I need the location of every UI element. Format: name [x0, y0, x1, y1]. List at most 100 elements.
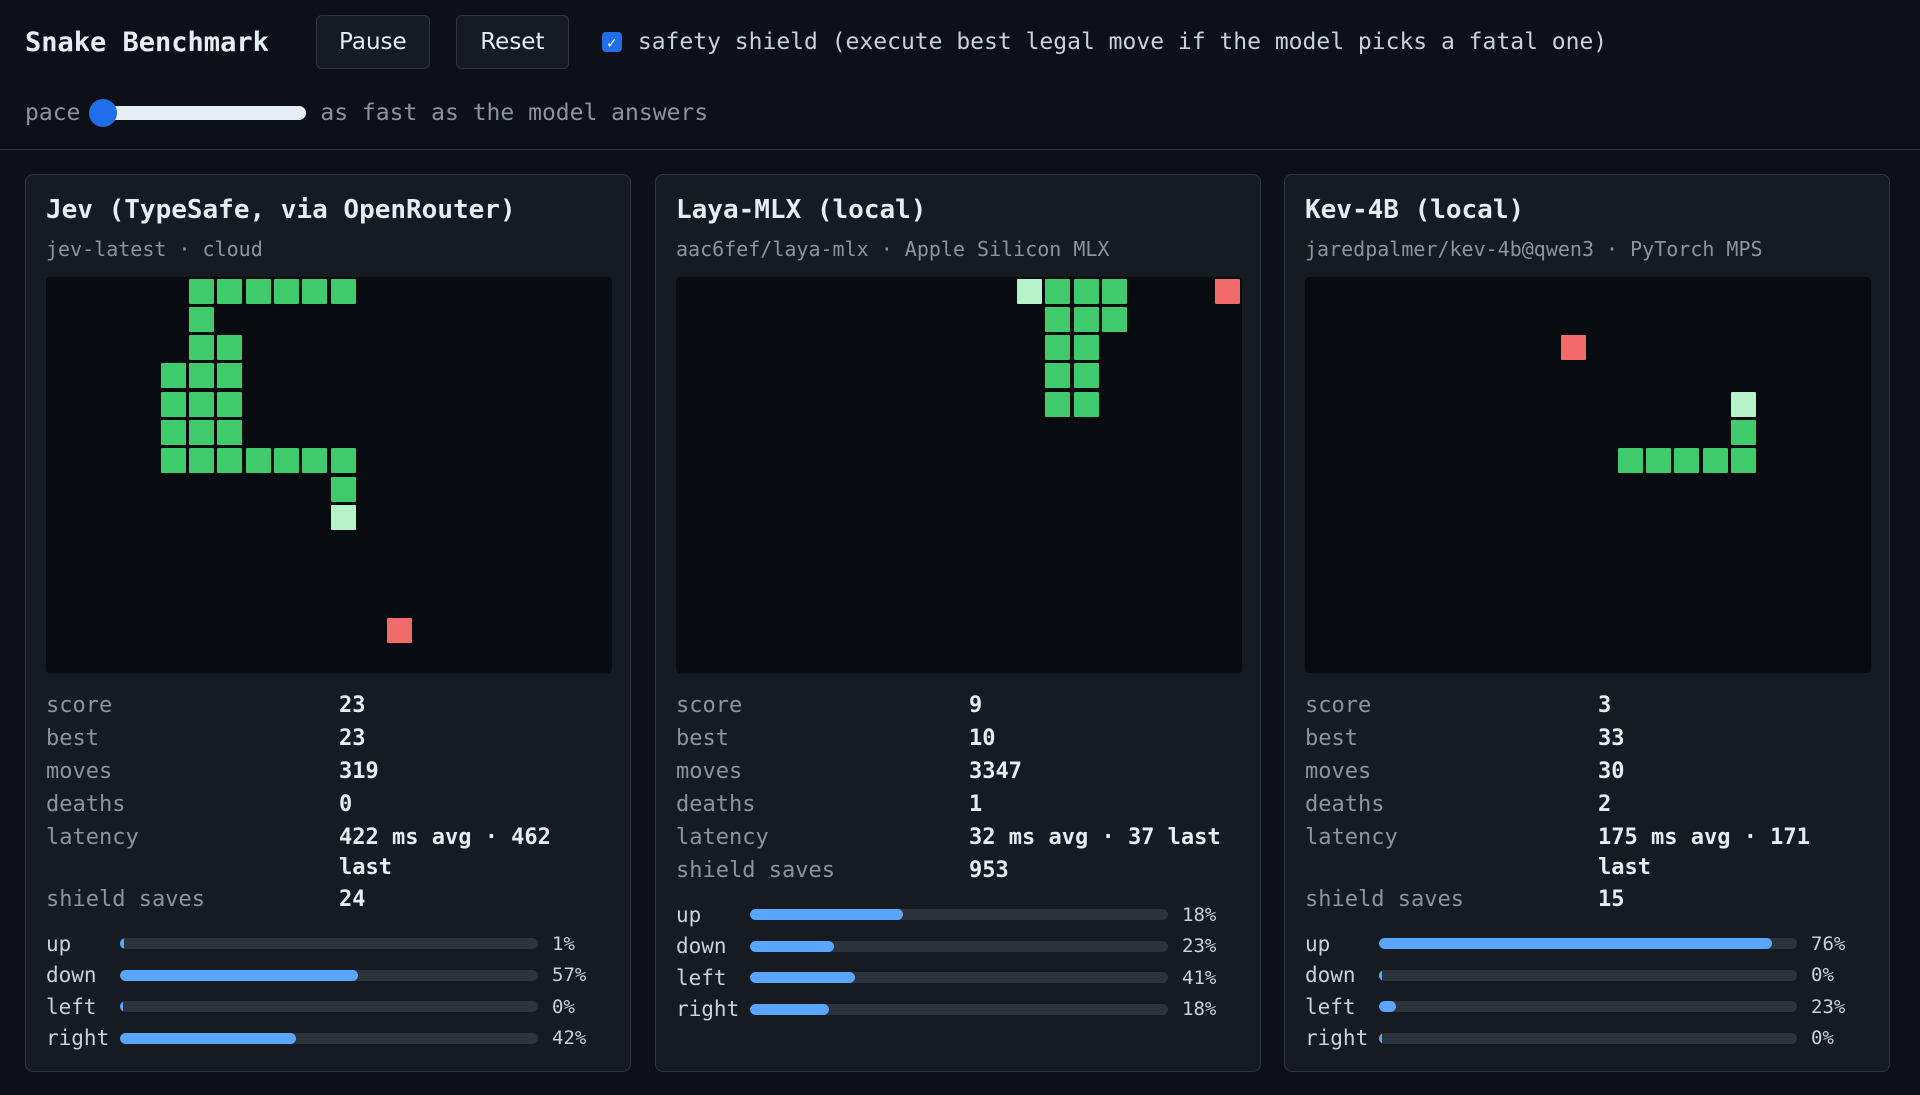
stat-value: 422 ms avg · 462 last: [339, 825, 551, 880]
move-bar-fill: [120, 1001, 123, 1013]
snake-body-segment: [1073, 335, 1099, 361]
move-bar-left: left 41%: [676, 962, 1242, 994]
stat-value: 10: [969, 726, 996, 751]
toolbar-row-pace: pace as fast as the model answers: [25, 96, 708, 130]
move-bar-fill: [750, 940, 834, 952]
snake-body-segment: [1674, 448, 1700, 474]
stat-row-best: best 33: [1305, 722, 1871, 755]
stat-label: best: [676, 726, 729, 751]
stat-row-latency: latency 32 ms avg · 37 last: [676, 821, 1242, 854]
snake-body-segment: [1045, 391, 1071, 417]
move-direction-label: up: [46, 931, 72, 956]
stat-value: 175 ms avg · 171 last: [1598, 825, 1810, 880]
toolbar: Snake Benchmark Pause Reset ✓ safety shi…: [0, 0, 1920, 150]
snake-body-segment: [160, 391, 186, 417]
pause-button[interactable]: Pause: [315, 15, 430, 69]
move-bar-fill: [1379, 969, 1382, 981]
stat-value: 0: [339, 792, 353, 817]
stat-row-deaths: deaths 1: [676, 788, 1242, 821]
pace-description: as fast as the model answers: [320, 100, 709, 126]
stat-label: shield saves: [1305, 887, 1464, 912]
move-bar-down: down 0%: [1305, 960, 1871, 992]
move-bar-track: [750, 909, 1168, 921]
snake-body-segment: [160, 448, 186, 474]
stat-label: shield saves: [676, 858, 835, 883]
stat-label: latency: [676, 825, 769, 850]
snake-body-segment: [217, 278, 243, 304]
snake-body-segment: [217, 335, 243, 361]
pace-slider-thumb[interactable]: [89, 99, 118, 127]
move-direction-label: left: [46, 994, 97, 1019]
move-bar-track: [120, 1032, 538, 1044]
stat-label: latency: [1305, 825, 1398, 850]
move-percentage: 57%: [552, 964, 587, 987]
stat-row-score: score 9: [676, 689, 1242, 722]
stat-row-best: best 23: [46, 722, 612, 755]
snake-body-segment: [1646, 448, 1672, 474]
stat-row-deaths: deaths 0: [46, 788, 612, 821]
snake-body-segment: [189, 278, 214, 304]
move-direction-label: down: [46, 963, 97, 988]
reset-button[interactable]: Reset: [455, 15, 569, 69]
snake-body-segment: [1045, 278, 1071, 304]
snake-body-segment: [189, 391, 214, 417]
snake-body-segment: [1731, 448, 1756, 474]
snake-head: [330, 504, 356, 530]
stat-value: 9: [969, 693, 983, 718]
stat-row-score: score 23: [46, 689, 612, 722]
move-bar-fill: [120, 1032, 296, 1044]
snake-body-segment: [1702, 448, 1728, 474]
snake-body-segment: [245, 448, 271, 474]
stat-label: moves: [1305, 759, 1372, 784]
move-percentage: 1%: [552, 932, 575, 955]
snake-body-segment: [217, 391, 243, 417]
stat-row-shield-saves: shield saves 24: [46, 883, 612, 916]
snake-body-segment: [1045, 335, 1071, 361]
panel-subtitle: aac6fef/laya-mlx · Apple Silicon MLX: [676, 237, 1110, 261]
move-direction-label: right: [1305, 1026, 1369, 1051]
move-percentage: 18%: [1182, 903, 1217, 926]
safety-shield-checkbox[interactable]: ✓: [601, 32, 622, 52]
stat-label: best: [46, 726, 99, 751]
move-direction-label: right: [676, 997, 740, 1022]
move-bar-down: down 23%: [676, 931, 1242, 963]
stat-row-latency: latency 175 ms avg · 171 last: [1305, 821, 1871, 883]
snake-body-segment: [1073, 278, 1099, 304]
stat-row-moves: moves 3347: [676, 755, 1242, 788]
panel-subtitle: jaredpalmer/kev-4b@qwen3 · PyTorch MPS: [1305, 237, 1763, 261]
snake-body-segment: [1073, 391, 1099, 417]
move-direction-label: down: [676, 934, 727, 959]
snake-body-segment: [1045, 306, 1071, 332]
stat-value: 30: [1598, 759, 1625, 784]
stat-row-best: best 10: [676, 722, 1242, 755]
move-distribution: up 76% down 0% left 23% right 0%: [1305, 928, 1871, 1054]
snake-body-segment: [330, 448, 356, 474]
snake-body-segment: [189, 335, 214, 361]
stat-row-score: score 3: [1305, 689, 1871, 722]
stat-label: deaths: [676, 792, 756, 817]
food-pellet: [1561, 335, 1587, 361]
move-direction-label: left: [1305, 994, 1356, 1019]
move-direction-label: left: [676, 965, 727, 990]
move-bar-track: [1379, 938, 1797, 950]
safety-shield-label[interactable]: safety shield (execute best legal move i…: [638, 29, 1607, 55]
game-board: [46, 277, 612, 673]
move-percentage: 23%: [1811, 995, 1846, 1018]
move-bar-up: up 76%: [1305, 928, 1871, 960]
stat-label: deaths: [1305, 792, 1385, 817]
food-pellet: [1215, 278, 1241, 304]
snake-body-segment: [302, 448, 328, 474]
snake-body-segment: [217, 448, 243, 474]
stats-list: score 23 best 23 moves 319 deaths 0 latency 422 m…: [46, 689, 612, 916]
snake-body-segment: [302, 278, 328, 304]
stat-row-shield-saves: shield saves 953: [676, 854, 1242, 887]
move-bar-down: down 57%: [46, 960, 612, 992]
snake-body-segment: [189, 420, 214, 445]
move-bar-track: [750, 940, 1168, 952]
stat-row-moves: moves 30: [1305, 755, 1871, 788]
stat-value: 33: [1598, 726, 1625, 751]
pace-slider[interactable]: [89, 99, 307, 127]
move-bar-track: [120, 938, 538, 950]
snake-body-segment: [189, 448, 214, 474]
move-bar-left: left 0%: [46, 991, 612, 1023]
